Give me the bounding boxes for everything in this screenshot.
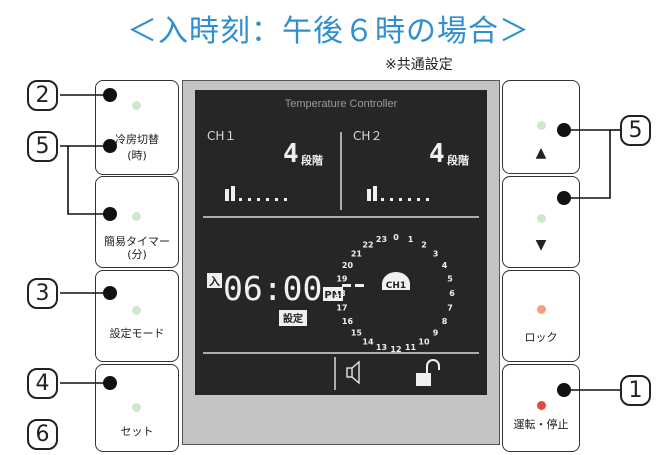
callout-dot — [103, 88, 117, 102]
dial-hour-label: 6 — [449, 289, 455, 298]
cooling-switch-led — [132, 101, 141, 110]
dial-hand-dash — [355, 284, 364, 287]
down-arrow-icon: ▼ — [535, 237, 547, 253]
dial-hour-label: 11 — [405, 343, 417, 352]
up-arrow-icon: ▲ — [535, 145, 547, 161]
dial-hour-label: 8 — [442, 317, 448, 326]
dial-hour-label: 23 — [376, 235, 387, 244]
dial-hour-label: 19 — [336, 275, 348, 284]
callout-badge: 2 — [27, 80, 58, 111]
simple-timer-button[interactable]: 簡易タイマー (分) — [95, 176, 179, 268]
set-led — [132, 403, 141, 412]
setting-mode-label: 設定モード — [109, 327, 165, 340]
unlock-icon — [416, 359, 440, 386]
lock-button[interactable]: ロック — [502, 270, 580, 362]
ch1-level-unit: 段階 — [301, 153, 323, 167]
run-stop-label: 運転・停止 — [513, 418, 569, 431]
on-indicator: 入 — [209, 275, 220, 288]
callout-dot — [103, 139, 117, 153]
dial-hour-label: 18 — [334, 289, 346, 298]
dial-hour-label: 17 — [336, 304, 347, 313]
dial-hour-label: 14 — [362, 338, 374, 347]
run-stop-button[interactable]: 運転・停止 — [502, 364, 580, 452]
up-led — [537, 121, 546, 130]
dial-hand-dash — [342, 284, 351, 287]
simple-timer-sub: (分) — [127, 248, 147, 261]
lcd-display: Temperature Controller CH１ 4 段階 CH２ 4 段階 — [195, 90, 487, 395]
setting-indicator: 設定 — [283, 312, 303, 325]
down-led — [537, 214, 546, 223]
dial-hour-label: 10 — [418, 338, 430, 347]
dial-hour-label: 21 — [351, 249, 363, 258]
ch2-level-unit: 段階 — [447, 153, 469, 167]
simple-timer-led — [132, 212, 141, 221]
page-subtitle: ※共通設定 — [385, 57, 453, 73]
run-stop-led — [537, 401, 546, 410]
page-title: ＜入時刻：午後６時の場合＞ — [127, 14, 530, 49]
callout-dot — [557, 383, 571, 397]
callout-badge: 6 — [27, 419, 58, 450]
set-label: セット — [120, 425, 154, 438]
timer-dial: 0 1234567891011121314151617181920212223 — [334, 233, 455, 354]
setting-mode-button[interactable]: 設定モード — [95, 270, 179, 362]
ch2-level-bar — [367, 186, 429, 201]
dial-hour-label: 9 — [433, 329, 439, 338]
display-title: Temperature Controller — [285, 98, 398, 110]
callout-badge: 5 — [27, 131, 58, 162]
dial-hour-label: 4 — [442, 261, 448, 270]
lock-led — [537, 305, 546, 314]
ch2-label: CH２ — [353, 129, 382, 143]
callout-badge: 3 — [27, 278, 58, 309]
dial-channel: CH1 — [386, 281, 406, 291]
dial-hour-label: 16 — [342, 317, 354, 326]
lock-label: ロック — [524, 331, 558, 344]
callout-dot — [103, 376, 117, 390]
dial-hour-label: 0 — [393, 233, 399, 242]
callout-badge: 4 — [27, 368, 58, 399]
speaker-icon — [346, 360, 360, 385]
callout-dot — [103, 286, 117, 300]
time-display: 06:00 — [223, 269, 322, 308]
dial-hour-label: 22 — [362, 241, 373, 250]
callout-badge: 1 — [620, 375, 651, 406]
ch1-level-digit: 4 — [283, 139, 299, 169]
callout-dot — [557, 123, 571, 137]
dial-hour-label: 3 — [433, 249, 439, 258]
ch1-level-bar — [225, 186, 287, 201]
dial-hour-label: 1 — [408, 235, 414, 244]
setting-mode-led — [132, 306, 141, 315]
dial-hour-label: 7 — [447, 304, 453, 313]
dial-hour-label: 20 — [342, 261, 354, 270]
callout-badge: 5 — [620, 115, 651, 146]
callout-dot — [103, 207, 117, 221]
down-button[interactable]: ▼ — [502, 176, 580, 268]
simple-timer-label: 簡易タイマー — [104, 235, 170, 248]
ch2-level-digit: 4 — [429, 139, 445, 169]
dial-hour-label: 2 — [421, 241, 427, 250]
dial-hour-label: 15 — [351, 329, 363, 338]
callout-dot — [557, 191, 571, 205]
lcd-graphics: Temperature Controller CH１ 4 段階 CH２ 4 段階 — [203, 98, 479, 390]
dial-hour-label: 5 — [447, 275, 453, 284]
ch1-label: CH１ — [207, 129, 236, 143]
dial-hour-label: 13 — [376, 343, 387, 352]
